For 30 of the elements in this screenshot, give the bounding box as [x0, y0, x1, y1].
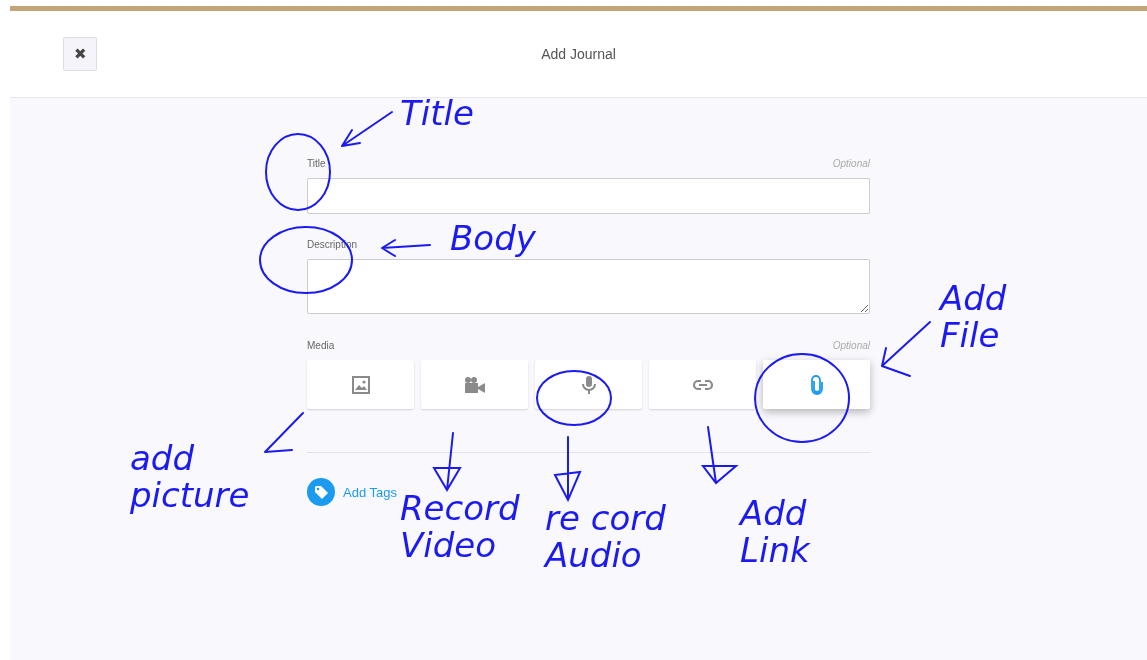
tag-icon — [307, 478, 335, 506]
image-icon — [351, 375, 370, 394]
annotation-arrow — [264, 412, 304, 453]
media-button[interactable] — [535, 360, 642, 409]
field-label: Media — [307, 340, 335, 351]
annotation-arrow — [702, 426, 739, 484]
annotation-arrow — [381, 239, 431, 257]
paperclip-icon — [809, 374, 824, 395]
close-button[interactable]: ✖ — [63, 37, 97, 71]
title-field[interactable] — [307, 178, 870, 214]
dialog-title: Add Journal — [541, 46, 616, 62]
optional-hint: Optional — [832, 340, 870, 351]
video-camera-icon — [463, 375, 486, 394]
optional-hint: Optional — [832, 158, 870, 169]
field-label: Title — [307, 158, 326, 169]
handwritten-note: Add File — [940, 280, 1007, 355]
annotation-arrow — [433, 432, 462, 491]
annotation-arrow — [554, 436, 582, 501]
handwritten-note: Add Link — [740, 495, 810, 570]
handwritten-note: add picture — [130, 440, 250, 515]
handwritten-note: re cord Audio — [545, 500, 666, 575]
link-icon — [691, 378, 714, 391]
annotation-arrow — [341, 111, 393, 147]
media-button[interactable] — [763, 360, 870, 409]
handwritten-note: Record Video — [400, 490, 520, 565]
microphone-icon — [580, 374, 597, 395]
description-field[interactable] — [307, 259, 870, 314]
handwritten-note: Body — [450, 220, 536, 258]
annotation-arrow — [881, 321, 931, 377]
handwritten-note: Title — [400, 95, 474, 133]
